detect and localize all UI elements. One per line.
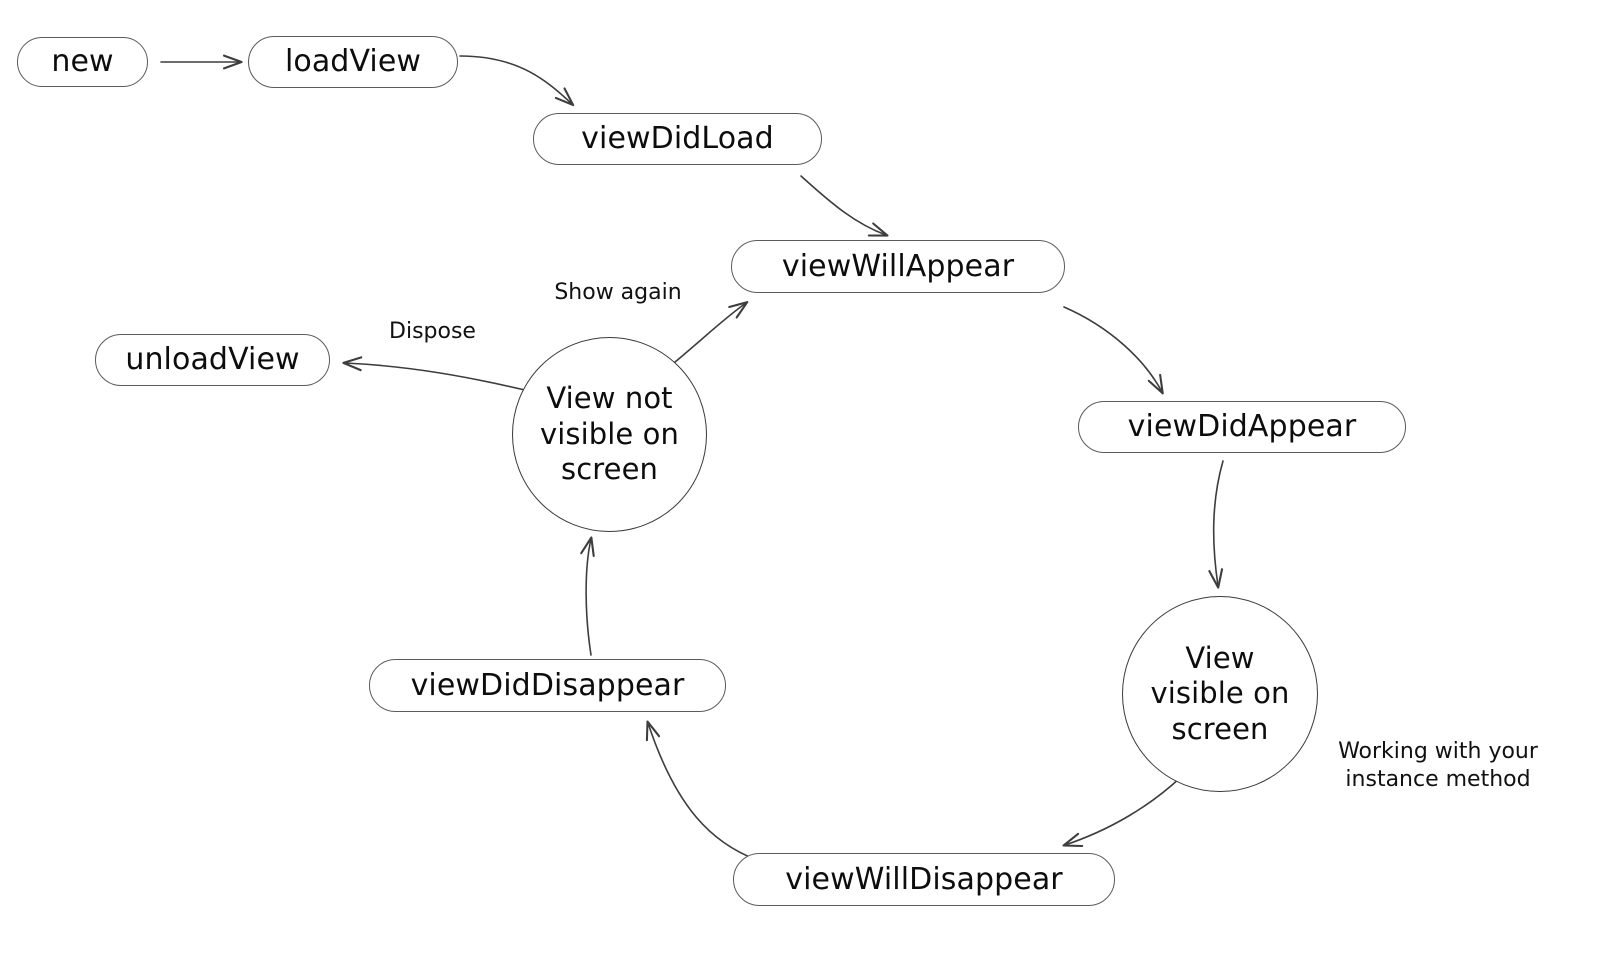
edge-viewvisible-to-viewwilldisappear	[1062, 776, 1182, 848]
node-viewdidappear[interactable]: viewDidAppear	[1078, 401, 1406, 453]
node-new[interactable]: new	[17, 37, 148, 87]
node-unloadview-label: unloadView	[125, 342, 300, 378]
edge-label-working-with-your-instance-method: Working with your instance method	[1338, 739, 1538, 793]
node-viewwillappear-label: viewWillAppear	[781, 248, 1015, 284]
node-view-not-visible-on-screen-label: View not visible on screen	[539, 381, 680, 487]
node-viewwilldisappear[interactable]: viewWillDisappear	[733, 853, 1115, 906]
edge-label-dispose: Dispose	[389, 319, 476, 344]
node-viewwillappear[interactable]: viewWillAppear	[731, 240, 1065, 293]
node-view-visible-on-screen[interactable]: View visible on screen	[1122, 596, 1318, 792]
node-loadview-label: loadView	[284, 44, 422, 80]
edge-viewnotvisible-to-unloadview	[342, 356, 530, 392]
node-viewdidload-label: viewDidLoad	[581, 121, 774, 157]
edge-viewwilldisappear-to-viewdiddisappear	[645, 720, 758, 861]
node-new-label: new	[51, 44, 114, 80]
edge-viewnotvisible-to-viewwillappear	[668, 301, 749, 368]
edge-viewwillappear-to-viewdidappear	[1063, 306, 1164, 395]
node-loadview[interactable]: loadView	[248, 36, 458, 88]
node-viewdidappear-label: viewDidAppear	[1127, 409, 1357, 445]
diagram-canvas: new loadView viewDidLoad viewWillAppear …	[0, 0, 1612, 964]
node-viewdiddisappear[interactable]: viewDidDisappear	[369, 659, 726, 712]
node-view-not-visible-on-screen[interactable]: View not visible on screen	[512, 337, 707, 532]
node-viewdidload[interactable]: viewDidLoad	[533, 113, 822, 165]
node-viewdiddisappear-label: viewDidDisappear	[410, 667, 685, 703]
edge-loadview-to-viewdidload	[459, 55, 575, 107]
node-unloadview[interactable]: unloadView	[95, 334, 330, 386]
edge-viewdiddisappear-to-viewnotvisible	[580, 536, 595, 656]
edge-viewdidappear-to-viewvisible	[1208, 460, 1224, 589]
node-viewwilldisappear-label: viewWillDisappear	[785, 861, 1063, 897]
edge-viewdidload-to-viewwillappear	[800, 175, 889, 237]
node-view-visible-on-screen-label: View visible on screen	[1150, 640, 1290, 746]
edge-label-show-again: Show again	[554, 280, 682, 305]
